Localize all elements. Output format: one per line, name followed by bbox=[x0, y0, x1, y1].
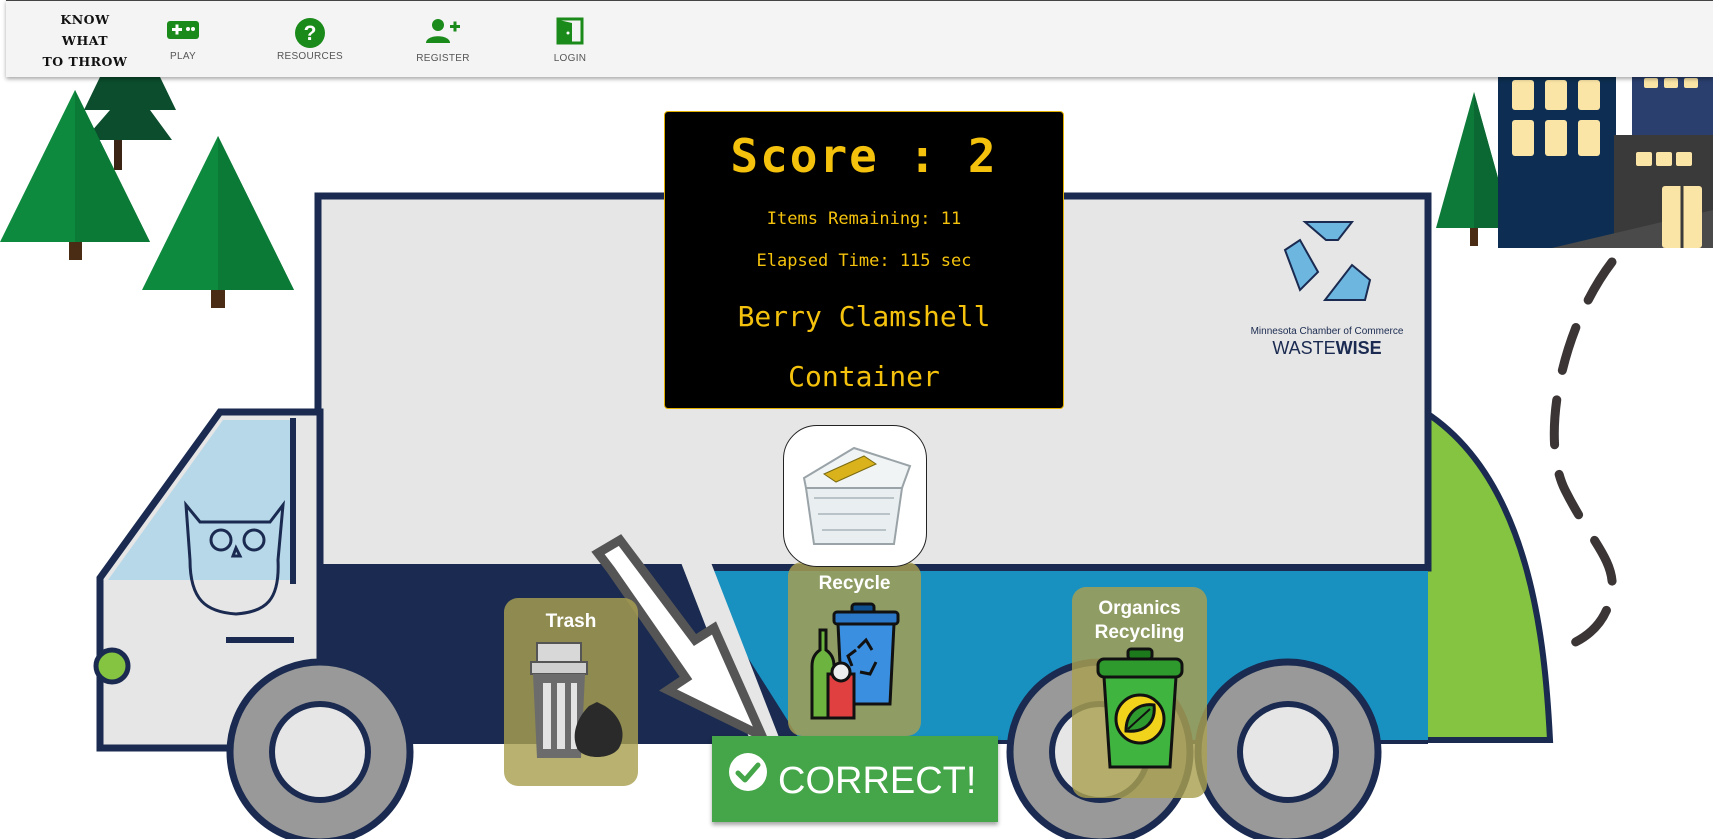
item-name-line: Container bbox=[788, 360, 940, 393]
nav-label: RESOURCES bbox=[276, 51, 344, 62]
trash-bin-button[interactable]: Trash bbox=[504, 598, 638, 786]
recycle-bin-icon bbox=[810, 602, 899, 720]
current-item-card[interactable] bbox=[783, 425, 927, 567]
elapsed-time: Elapsed Time: 115 sec bbox=[756, 251, 972, 271]
gamepad-icon bbox=[167, 21, 199, 39]
building-icon bbox=[1498, 76, 1713, 248]
logo-line: TO THROW bbox=[42, 54, 128, 69]
svg-text:?: ? bbox=[304, 22, 317, 45]
bin-label: Organics bbox=[1098, 598, 1181, 619]
trash-can-icon bbox=[530, 642, 623, 758]
organics-bin-icon bbox=[1096, 647, 1183, 769]
nav-register[interactable]: REGISTER bbox=[398, 17, 488, 64]
tree-icon bbox=[142, 136, 294, 308]
berry-clamshell-image bbox=[802, 446, 912, 545]
svg-text:Minnesota Chamber of Commerce: Minnesota Chamber of Commerce bbox=[1251, 326, 1404, 337]
nav-label: PLAY bbox=[169, 51, 197, 62]
recycle-bin-button[interactable]: Recycle bbox=[788, 562, 921, 736]
top-navbar: KNOW WHAT TO THROW PLAY ? RESOURCES REGI… bbox=[6, 0, 1713, 77]
add-user-icon bbox=[426, 19, 460, 43]
svg-text:WASTEWISE: WASTEWISE bbox=[1272, 338, 1381, 358]
nav-label: REGISTER bbox=[416, 53, 470, 64]
correct-feedback-banner: CORRECT! bbox=[712, 736, 998, 822]
bin-label: Recycling bbox=[1094, 622, 1185, 643]
check-circle-icon bbox=[729, 753, 767, 791]
nav-label: LOGIN bbox=[553, 53, 587, 64]
feedback-text: CORRECT! bbox=[778, 760, 977, 802]
bin-label: Trash bbox=[545, 611, 597, 632]
road-path bbox=[1549, 257, 1617, 655]
organics-bin-button[interactable]: Organics Recycling bbox=[1072, 587, 1207, 798]
truck-rear bbox=[1422, 406, 1554, 743]
logo-line: KNOW bbox=[60, 12, 110, 27]
help-circle-icon: ? bbox=[295, 18, 325, 48]
scoreboard: Score : 2 Items Remaining: 11 Elapsed Ti… bbox=[664, 111, 1064, 409]
truck-wheel bbox=[226, 658, 414, 839]
item-name-line: Berry Clamshell bbox=[737, 300, 991, 333]
nav-resources[interactable]: ? RESOURCES bbox=[265, 17, 355, 62]
door-icon bbox=[556, 17, 584, 45]
score-display: Score : 2 bbox=[730, 129, 998, 183]
bin-label: Recycle bbox=[818, 573, 891, 594]
truck-wheel bbox=[1194, 658, 1382, 839]
logo-line: WHAT bbox=[61, 33, 109, 48]
know-what-to-throw-logo[interactable]: KNOW WHAT TO THROW bbox=[34, 9, 136, 72]
items-remaining: Items Remaining: 11 bbox=[766, 209, 962, 229]
nav-play[interactable]: PLAY bbox=[138, 17, 228, 62]
nav-login[interactable]: LOGIN bbox=[525, 17, 615, 64]
